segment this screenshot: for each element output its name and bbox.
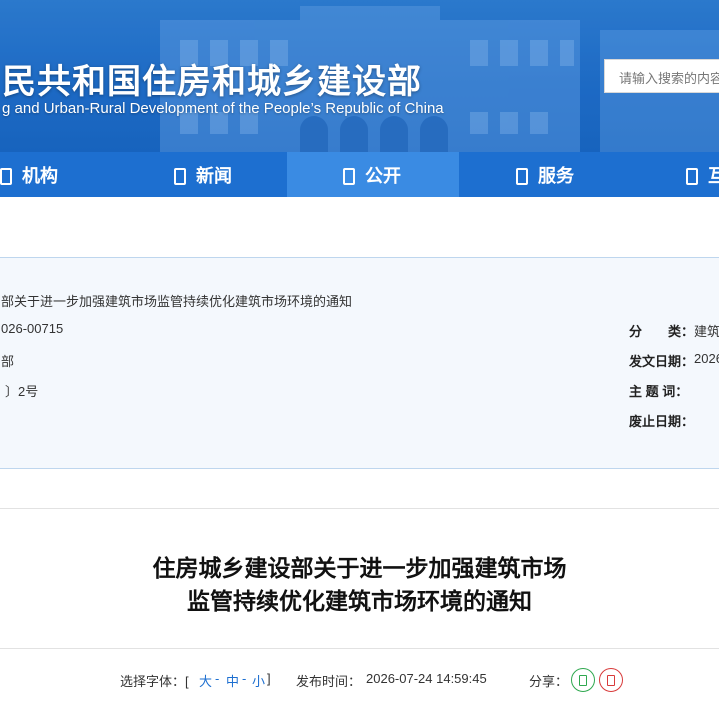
font-medium-button[interactable]: 中 <box>226 671 239 690</box>
divider <box>0 508 719 509</box>
font-size-label: 选择字体：[ <box>120 674 189 689</box>
share-label: 分享： <box>529 674 569 689</box>
document-icon <box>686 168 698 185</box>
subject-label: 主 题 词： <box>629 384 689 399</box>
index-number-value: 026-00715 <box>1 321 64 336</box>
font-separator: - <box>242 671 247 686</box>
article-title-line: 监管持续优化建筑市场环境的通知 <box>187 589 532 615</box>
main-nav: 机构 新闻 公开 服务 互 <box>0 152 719 197</box>
document-icon <box>343 168 355 185</box>
font-large-button[interactable]: 大 <box>199 671 212 690</box>
doc-title-value: 部关于进一步加强建筑市场监管持续优化建筑市场环境的通知 <box>1 294 353 309</box>
share-weibo-button[interactable] <box>599 668 623 692</box>
nav-item-services[interactable]: 服务 <box>514 152 686 197</box>
article-title-line: 住房城乡建设部关于进一步加强建筑市场 <box>152 556 567 582</box>
divider <box>0 648 719 649</box>
nav-item-interaction[interactable]: 互 <box>686 152 719 197</box>
doc-number-value: 〕2号 <box>5 384 39 399</box>
nav-item-label: 服务 <box>538 165 574 187</box>
date-label: 发文日期： <box>629 354 695 369</box>
abolish-date-label: 废止日期： <box>629 414 695 429</box>
font-small-button[interactable]: 小 <box>252 671 265 690</box>
category-label: 分 类： <box>629 324 695 339</box>
wechat-icon <box>579 674 587 686</box>
document-info-panel: 部关于进一步加强建筑市场监管持续优化建筑市场环境的通知 026-00715 部 … <box>0 257 719 469</box>
document-icon <box>174 168 186 185</box>
category-value: 建筑 <box>694 324 719 339</box>
site-subtitle: g and Urban-Rural Development of the Peo… <box>2 100 444 117</box>
nav-item-public[interactable]: 公开 <box>287 152 459 197</box>
nav-item-label: 互 <box>708 165 719 187</box>
nav-item-organization[interactable]: 机构 <box>0 152 171 197</box>
article-meta-bar: 选择字体：[ 大 - 中 - 小 ] 发布时间： 2026-07-24 14:5… <box>0 668 719 692</box>
share-wechat-button[interactable] <box>571 668 595 692</box>
issuer-value: 部 <box>1 354 15 369</box>
nav-item-label: 公开 <box>365 165 401 187</box>
nav-item-label: 新闻 <box>196 165 232 187</box>
nav-item-label: 机构 <box>22 165 58 187</box>
article-title: 住房城乡建设部关于进一步加强建筑市场 监管持续优化建筑市场环境的通知 <box>0 553 719 619</box>
date-value: 2026 <box>694 351 719 366</box>
font-size-bracket: ] <box>267 671 271 686</box>
publish-time-label: 发布时间： <box>296 674 362 689</box>
publish-time-value: 2026-07-24 14:59:45 <box>366 671 487 686</box>
font-separator: - <box>215 671 220 686</box>
weibo-icon <box>607 674 615 686</box>
document-icon <box>516 168 528 185</box>
header-banner: 民共和国住房和城乡建设部 g and Urban-Rural Developme… <box>0 0 719 152</box>
site-title: 民共和国住房和城乡建设部 <box>2 62 422 102</box>
search-input[interactable]: 请输入搜索的内容 <box>604 59 719 93</box>
document-icon <box>0 168 12 185</box>
